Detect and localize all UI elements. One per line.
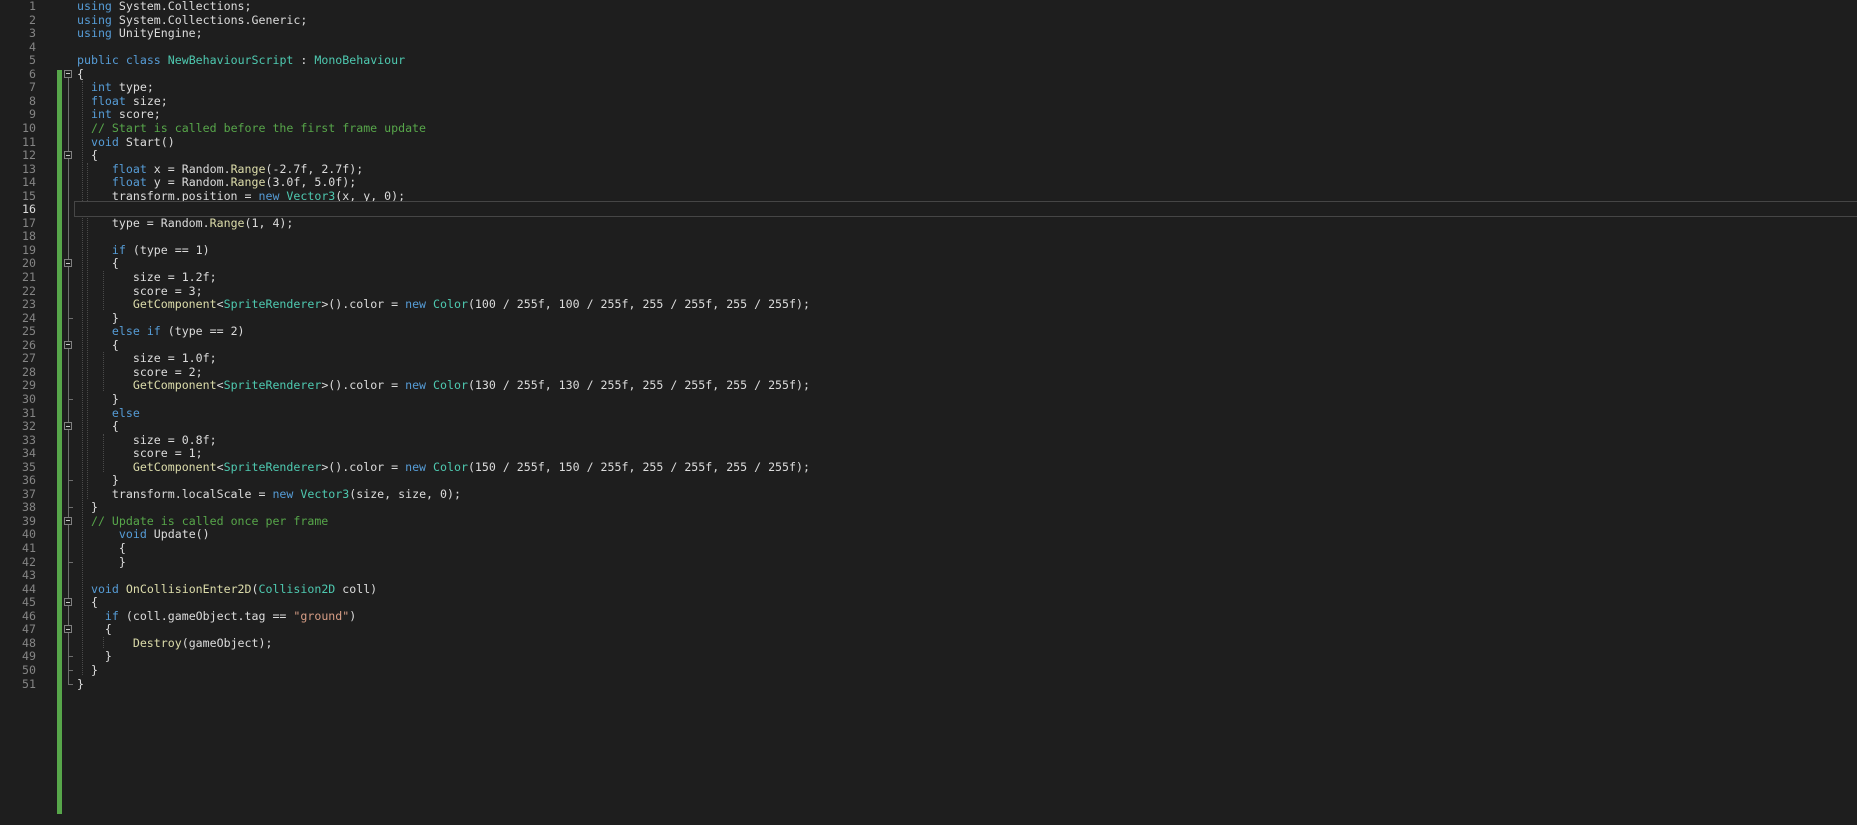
collapse-icon[interactable] [64, 422, 72, 431]
fold-region-end [68, 398, 73, 400]
code-token: } [77, 676, 84, 691]
line-number: 16 [22, 202, 36, 217]
indent-guide [82, 81, 83, 676]
fold-region-line [68, 633, 69, 657]
collapse-icon[interactable] [64, 340, 72, 349]
fold-region-end [68, 480, 73, 482]
indent-guide [103, 271, 104, 310]
collapse-icon[interactable] [64, 69, 72, 78]
indent-guide [103, 636, 104, 649]
fold-region-line [68, 524, 69, 562]
fold-region-end [68, 683, 73, 685]
fold-region-line [68, 430, 69, 481]
collapse-icon[interactable] [64, 625, 72, 634]
fold-region-line [68, 348, 69, 399]
indent-guide [103, 433, 104, 473]
line-number: 51 [22, 676, 36, 691]
code-line[interactable]: 16 [0, 201, 1857, 217]
fold-region-end [68, 656, 73, 658]
fold-region-end [68, 561, 73, 563]
fold-region-end [68, 507, 73, 509]
code-editor[interactable]: 1 using System.Collections; 2 using System.… [0, 0, 1857, 825]
collapse-icon[interactable] [64, 259, 72, 268]
fold-region-line [68, 267, 69, 318]
code-line[interactable]: 51} [0, 676, 1857, 692]
indent-guide [103, 352, 104, 391]
collapse-icon[interactable] [64, 516, 72, 525]
fold-region-end [68, 317, 73, 319]
collapse-icon[interactable] [64, 151, 72, 160]
collapse-icon[interactable] [64, 598, 72, 607]
code-text: } [77, 676, 84, 692]
fold-region-end [68, 669, 73, 671]
